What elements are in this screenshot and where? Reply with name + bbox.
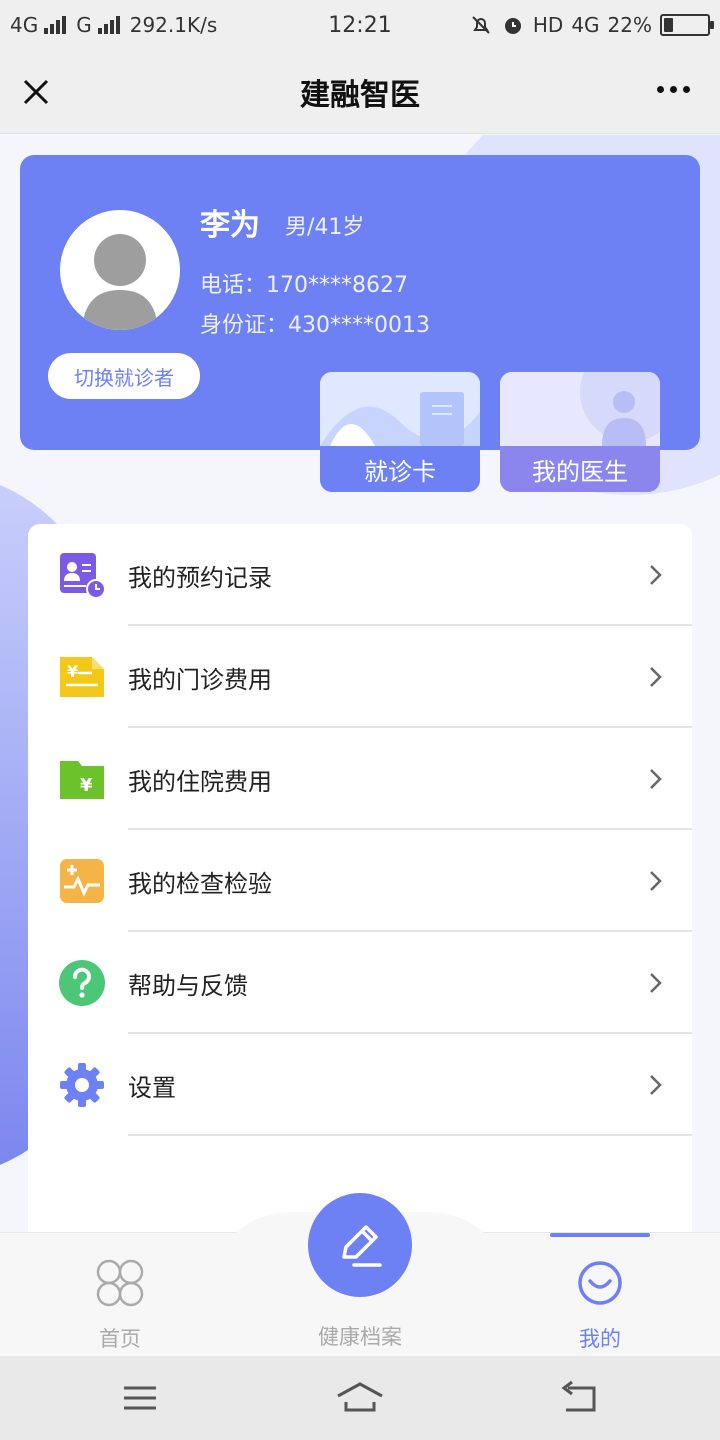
exam-icon	[60, 859, 104, 903]
tab-home[interactable]: 首页	[50, 1233, 190, 1357]
my-doctor-button[interactable]: 我的医生	[500, 372, 660, 492]
appointment-icon	[60, 553, 106, 599]
svg-text:¥: ¥	[67, 662, 78, 681]
menu-item-settings[interactable]: 设置	[28, 1034, 692, 1136]
menu-item-label: 帮助与反馈	[128, 971, 248, 1000]
network-speed: 292.1K/s	[129, 13, 218, 37]
menu-item-appointments[interactable]: 我的预约记录	[28, 524, 692, 626]
menu-list: 我的预约记录 ¥ 我的门诊费用 ¥ 我的住院费用 我的检查检验 帮助与反馈 设置	[28, 524, 692, 1235]
patient-id-card: 身份证：430****0013	[200, 313, 430, 338]
menu-item-label: 我的门诊费用	[128, 665, 272, 694]
signal-icon	[44, 16, 67, 34]
home-nav-icon[interactable]	[336, 1380, 384, 1416]
tab-home-label: 首页	[99, 1327, 141, 1351]
alarm-icon	[504, 18, 521, 34]
medical-card-icon	[320, 372, 480, 446]
avatar	[60, 210, 180, 330]
edit-pencil-icon	[342, 1225, 382, 1267]
chevron-right-icon	[650, 769, 662, 789]
battery-icon	[660, 14, 714, 36]
doctor-icon	[500, 372, 660, 446]
mute-bell-icon	[472, 16, 490, 34]
tab-health-records-label: 健康档案	[318, 1325, 402, 1349]
menu-item-label: 我的预约记录	[128, 563, 272, 592]
status-bar: 4G G 292.1K/s 12:21 HD 4G 22%	[0, 0, 720, 50]
profile-smile-icon	[578, 1261, 622, 1305]
outpatient-fee-icon: ¥	[60, 657, 104, 697]
page-title: 建融智医	[300, 77, 420, 113]
menu-icon[interactable]	[120, 1380, 160, 1416]
menu-item-label: 我的检查检验	[128, 869, 272, 898]
menu-item-help-feedback[interactable]: 帮助与反馈	[28, 932, 692, 1034]
help-icon	[59, 960, 105, 1006]
patient-name: 李为	[200, 208, 260, 243]
menu-item-hospitalization-fees[interactable]: ¥ 我的住院费用	[28, 728, 692, 830]
system-navigation-bar	[0, 1356, 720, 1440]
chevron-right-icon	[650, 871, 662, 891]
menu-item-exams[interactable]: 我的检查检验	[28, 830, 692, 932]
chevron-right-icon	[650, 667, 662, 687]
network-type: 4G	[10, 13, 39, 37]
menu-item-label: 我的住院费用	[128, 767, 272, 796]
settings-icon	[60, 1063, 104, 1107]
hd-label: HD	[532, 13, 564, 37]
chevron-right-icon	[650, 1075, 662, 1095]
more-options-icon[interactable]	[657, 86, 690, 93]
switch-patient-button[interactable]: 切换就诊者	[48, 353, 200, 399]
signal-icon-secondary	[97, 16, 120, 34]
network-type-secondary: G	[76, 13, 92, 37]
tab-mine-label: 我的	[579, 1327, 621, 1351]
patient-phone: 电话：170****8627	[200, 273, 408, 298]
patient-gender-age: 男/41岁	[285, 215, 365, 240]
my-doctor-label: 我的医生	[500, 446, 660, 492]
title-bar: 建融智医	[0, 50, 720, 134]
health-record-fab-button[interactable]	[308, 1193, 412, 1297]
chevron-right-icon	[650, 973, 662, 993]
close-icon[interactable]	[18, 74, 54, 110]
hospitalization-fee-icon: ¥	[60, 761, 104, 799]
menu-item-outpatient-fees[interactable]: ¥ 我的门诊费用	[28, 626, 692, 728]
back-icon[interactable]	[558, 1380, 598, 1416]
network-type-right: 4G	[571, 13, 600, 37]
battery-percent: 22%	[607, 13, 652, 37]
tab-mine[interactable]: 我的	[530, 1233, 670, 1357]
chevron-right-icon	[650, 565, 662, 585]
menu-item-label: 设置	[128, 1073, 176, 1102]
svg-text:¥: ¥	[80, 775, 93, 796]
active-tab-indicator	[550, 1233, 650, 1237]
medical-card-button[interactable]: 就诊卡	[320, 372, 480, 492]
home-icon	[96, 1259, 144, 1307]
medical-card-label: 就诊卡	[320, 446, 480, 492]
main-content: 李为 男/41岁 电话：170****8627 身份证：430****0013 …	[0, 135, 720, 1235]
